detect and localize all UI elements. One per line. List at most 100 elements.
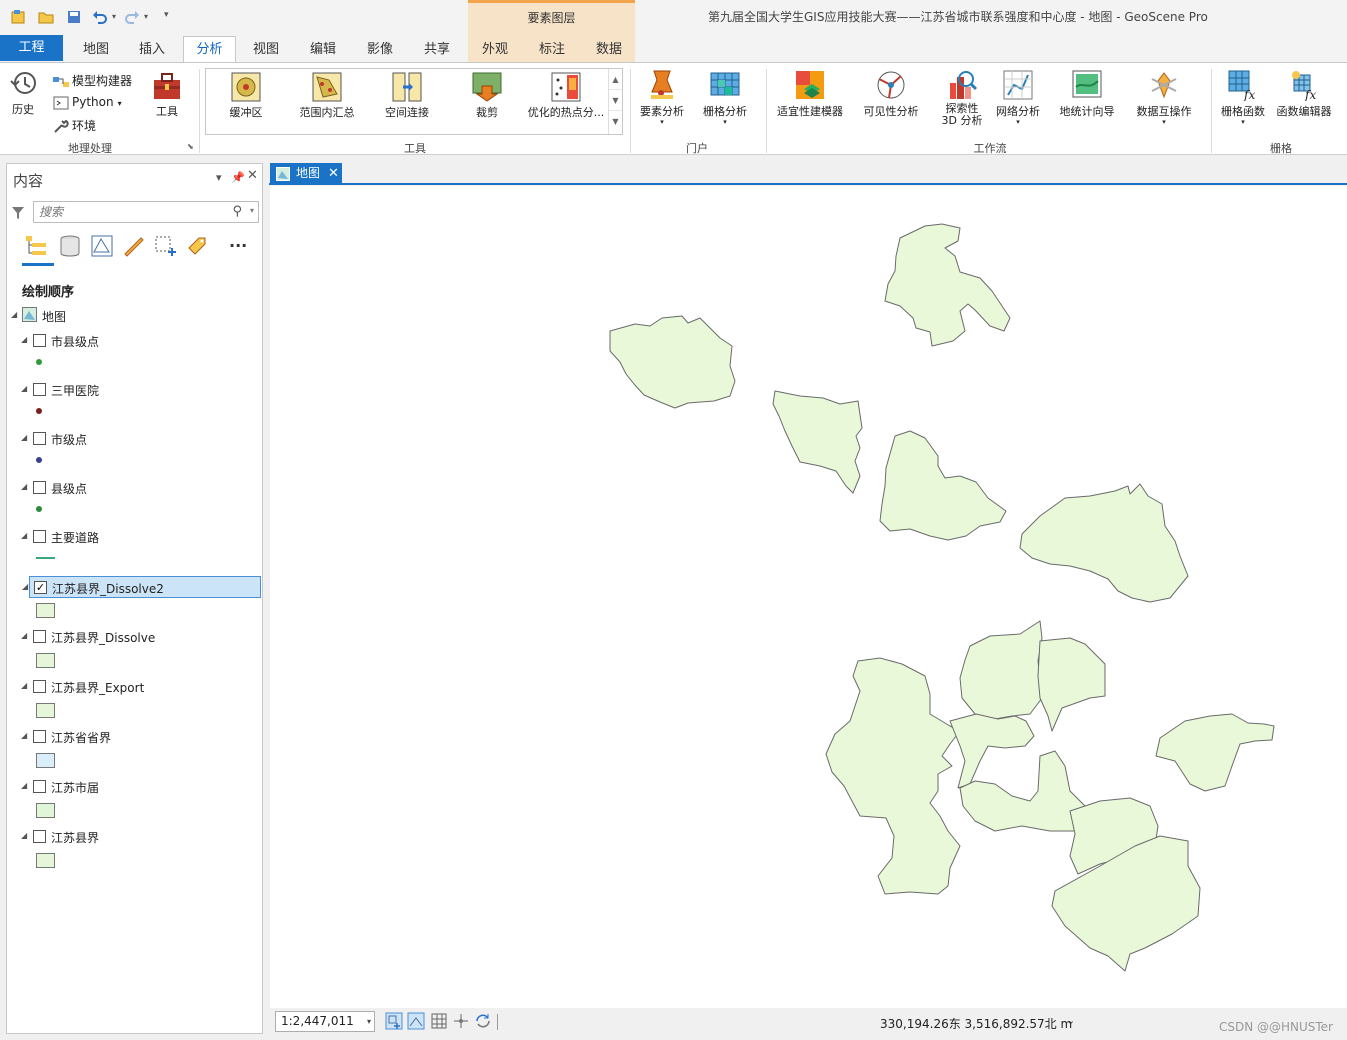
search-icon[interactable]: ⚲ [232, 204, 242, 219]
gallery-scroll[interactable]: ▲ ▼ ▼ [608, 69, 622, 134]
collapse-icon[interactable]: ◢ [21, 681, 27, 690]
county-polygon[interactable] [825, 657, 961, 895]
map-node[interactable]: ◢ 地图 [7, 305, 262, 327]
feature-analysis-button[interactable]: 要素分析 ▾ [636, 69, 688, 126]
customize-toolbar-icon[interactable]: ▾ [164, 10, 169, 20]
tab-map[interactable]: 地图 [70, 37, 122, 62]
list-by-editing-icon[interactable] [121, 234, 147, 258]
pin-icon[interactable]: 📌 [231, 171, 245, 184]
layer-visibility-checkbox[interactable] [33, 383, 46, 396]
collapse-icon[interactable]: ◢ [21, 781, 27, 790]
undo-dropdown-icon[interactable]: ▾ [112, 12, 116, 21]
suitability-modeler-button[interactable]: 适宜性建模器 [772, 69, 848, 119]
geostatistical-wizard-button[interactable]: 地统计向导 [1054, 69, 1120, 119]
search-input[interactable] [34, 202, 224, 222]
list-by-source-icon[interactable] [57, 234, 83, 258]
clip-tool-button[interactable]: 裁剪 [462, 72, 512, 120]
refresh-icon[interactable] [474, 1012, 492, 1030]
layer-item[interactable]: ◢ 江苏省省界 [7, 726, 262, 748]
close-map-tab-icon[interactable]: ✕ [328, 163, 339, 184]
fixed-zoom-in-icon[interactable] [385, 1012, 403, 1030]
tab-imagery[interactable]: 影像 [354, 37, 406, 62]
search-box[interactable]: ⚲ ▾ [33, 201, 259, 223]
layer-item[interactable]: ◢ 江苏市届 [7, 776, 262, 798]
list-by-selection-icon[interactable] [89, 234, 115, 258]
collapse-icon[interactable]: ◢ [21, 631, 27, 640]
gallery-up-icon[interactable]: ▲ [609, 69, 622, 90]
layer-visibility-checkbox[interactable] [33, 530, 46, 543]
save-icon[interactable] [66, 9, 82, 25]
layer-item[interactable]: ◢ 市县级点 [7, 330, 262, 352]
exploratory-3d-analysis-button[interactable]: 探索性 3D 分析 [934, 69, 990, 127]
list-by-drawing-order-icon[interactable] [23, 234, 49, 258]
layer-item[interactable]: ◢ 江苏县界_Dissolve [7, 626, 262, 648]
open-project-icon[interactable] [38, 9, 54, 25]
python-button[interactable]: Python ▾ [53, 95, 122, 110]
county-polygon[interactable] [1019, 483, 1189, 603]
tab-analysis[interactable]: 分析 [183, 36, 236, 62]
tab-appearance[interactable]: 外观 [469, 37, 521, 62]
history-button[interactable]: 历史 [6, 69, 40, 117]
county-polygon[interactable] [949, 713, 1035, 789]
collapse-icon[interactable]: ◢ [21, 335, 27, 344]
layer-visibility-checkbox[interactable] [33, 680, 46, 693]
collapse-icon[interactable]: ◢ [21, 384, 27, 393]
filter-icon[interactable] [11, 206, 25, 220]
collapse-icon[interactable]: ◢ [21, 831, 27, 840]
collapse-icon[interactable]: ◢ [21, 531, 27, 540]
tab-view[interactable]: 视图 [240, 37, 292, 62]
layer-visibility-checkbox[interactable]: ✓ [34, 581, 47, 594]
layer-visibility-checkbox[interactable] [33, 730, 46, 743]
layer-visibility-checkbox[interactable] [33, 432, 46, 445]
fixed-zoom-out-icon[interactable] [407, 1012, 425, 1030]
tab-insert[interactable]: 插入 [126, 37, 178, 62]
county-polygon[interactable] [1037, 637, 1106, 732]
list-by-snapping-icon[interactable] [153, 234, 179, 258]
layer-visibility-checkbox[interactable] [33, 630, 46, 643]
grid-icon[interactable] [430, 1012, 448, 1030]
collapse-icon[interactable]: ◢ [22, 582, 28, 591]
function-editor-button[interactable]: fx 函数编辑器 [1272, 69, 1336, 119]
collapse-icon[interactable]: ◢ [11, 310, 17, 319]
layer-item[interactable]: ◢ 江苏县界 [7, 826, 262, 848]
map-canvas[interactable] [270, 186, 1347, 1008]
county-polygon[interactable] [609, 315, 736, 409]
collapse-icon[interactable]: ◢ [21, 731, 27, 740]
tab-edit[interactable]: 编辑 [297, 37, 349, 62]
layer-item[interactable]: ◢ 主要道路 [7, 526, 262, 548]
tab-labeling[interactable]: 标注 [526, 37, 578, 62]
tab-project[interactable]: 工程 [0, 35, 63, 61]
redo-icon[interactable] [124, 9, 140, 25]
search-options-dropdown-icon[interactable]: ▾ [250, 206, 254, 215]
dialog-launcher-icon[interactable]: ⬊ [187, 142, 194, 151]
undo-icon[interactable] [92, 9, 108, 25]
county-polygon[interactable] [1155, 713, 1275, 792]
county-polygon[interactable] [884, 223, 1011, 347]
gallery-expand-icon[interactable]: ▼ [609, 111, 622, 132]
scale-selector[interactable]: 1:2,447,011 ▾ [275, 1011, 375, 1032]
layer-visibility-checkbox[interactable] [33, 780, 46, 793]
county-polygon[interactable] [772, 390, 863, 494]
network-analysis-button[interactable]: 网络分析 ▾ [992, 69, 1044, 126]
more-options-icon[interactable]: ··· [229, 236, 247, 255]
model-builder-button[interactable]: 模型构建器 [53, 72, 132, 89]
raster-functions-button[interactable]: fx 栅格函数 ▾ [1216, 69, 1270, 126]
summarize-within-button[interactable]: 范围内汇总 [292, 72, 362, 120]
map-view-tab[interactable]: 地图 ✕ [270, 163, 342, 185]
tab-share[interactable]: 共享 [411, 37, 463, 62]
county-polygon[interactable] [879, 430, 1007, 541]
layer-visibility-checkbox[interactable] [33, 481, 46, 494]
close-pane-icon[interactable]: ✕ [247, 168, 258, 183]
scale-dropdown-icon[interactable]: ▾ [367, 1012, 371, 1031]
collapse-icon[interactable]: ◢ [21, 482, 27, 491]
coordinate-format-dropdown-icon[interactable]: ⌄ [1066, 1014, 1075, 1027]
gallery-down-icon[interactable]: ▼ [609, 90, 622, 111]
layer-item[interactable]: ◢ 县级点 [7, 477, 262, 499]
buffer-tool-button[interactable]: 缓冲区 [218, 72, 274, 120]
layer-item[interactable]: ◢ 江苏县界_Export [7, 676, 262, 698]
raster-analysis-button[interactable]: 栅格分析 ▾ [697, 69, 753, 126]
collapse-icon[interactable]: ◢ [21, 433, 27, 442]
snapping-icon[interactable] [452, 1012, 470, 1030]
county-polygon[interactable] [959, 620, 1043, 720]
redo-dropdown-icon[interactable]: ▾ [144, 12, 148, 21]
